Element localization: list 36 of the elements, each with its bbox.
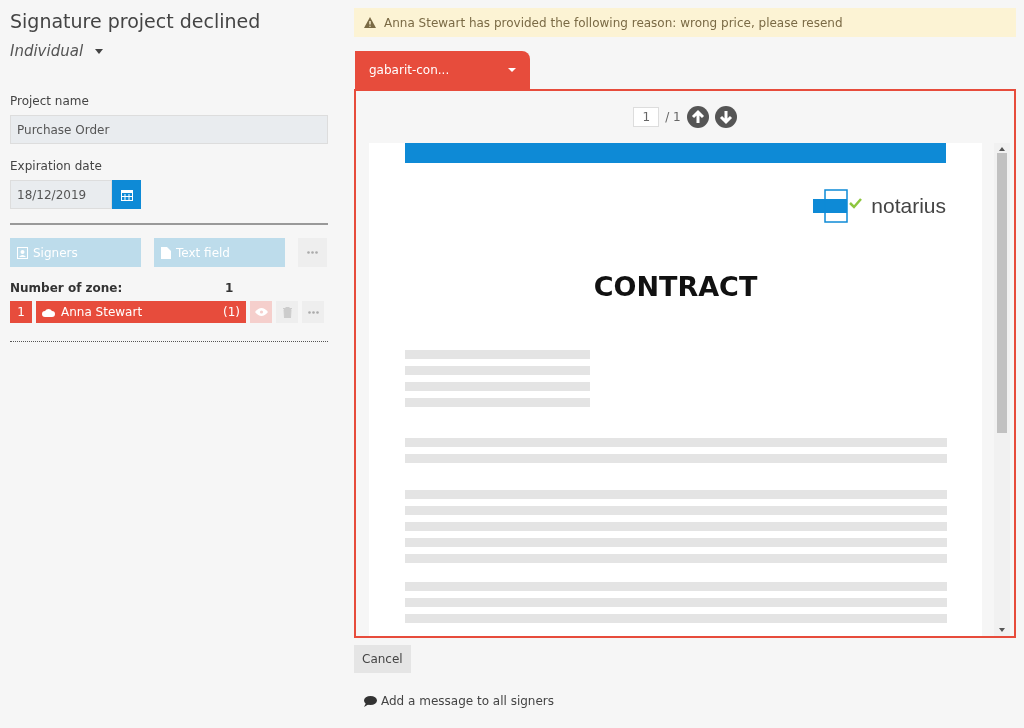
- calendar-button[interactable]: [112, 180, 141, 209]
- logo-text: notarius: [871, 194, 946, 218]
- field-label: Project name: [10, 94, 90, 108]
- scrollbar[interactable]: [994, 143, 1010, 636]
- signer-name: Anna Stewart: [61, 305, 144, 319]
- signer-number: 1: [10, 301, 32, 323]
- ellipsis-icon: [307, 251, 318, 254]
- trash-icon: [282, 306, 292, 318]
- document-icon: [161, 246, 171, 259]
- contact-card-icon: [17, 246, 28, 259]
- warning-icon: [364, 17, 376, 28]
- scroll-up-icon[interactable]: [999, 147, 1005, 151]
- signer-button[interactable]: Anna Stewart (1): [36, 301, 246, 323]
- calendar-icon: [120, 188, 133, 201]
- caret-icon: [508, 68, 516, 72]
- alert-text: Anna Stewart has provided the following reason: wrong price, please resend: [384, 15, 843, 30]
- page-number-field[interactable]: 1: [633, 107, 660, 127]
- document-heading: CONTRACT: [592, 271, 759, 302]
- page-title: Signature project declined: [10, 10, 262, 32]
- project-name-field[interactable]: Purchase Order: [10, 115, 328, 144]
- project-type-dropdown[interactable]: Individual: [10, 42, 104, 60]
- date-field[interactable]: 18/12/2019: [10, 180, 112, 209]
- speech-bubble-icon: [364, 695, 377, 707]
- caret-icon: [95, 48, 104, 54]
- signer-count: (1): [223, 305, 240, 319]
- ellipsis-icon: [307, 310, 319, 314]
- eye-icon: [254, 308, 268, 316]
- cloud-icon: [42, 307, 55, 317]
- page-total: / 1: [665, 110, 681, 124]
- zone-count-label: Number of zone:: [10, 281, 124, 295]
- scroll-down-icon[interactable]: [999, 628, 1005, 632]
- field-label: Expiration date: [10, 159, 103, 173]
- cancel-button[interactable]: Cancel: [354, 645, 411, 673]
- document-tab[interactable]: gabarit-con...: [355, 51, 530, 89]
- zone-count-value: 1: [225, 281, 234, 295]
- add-message-link[interactable]: Add a message to all signers: [364, 694, 555, 708]
